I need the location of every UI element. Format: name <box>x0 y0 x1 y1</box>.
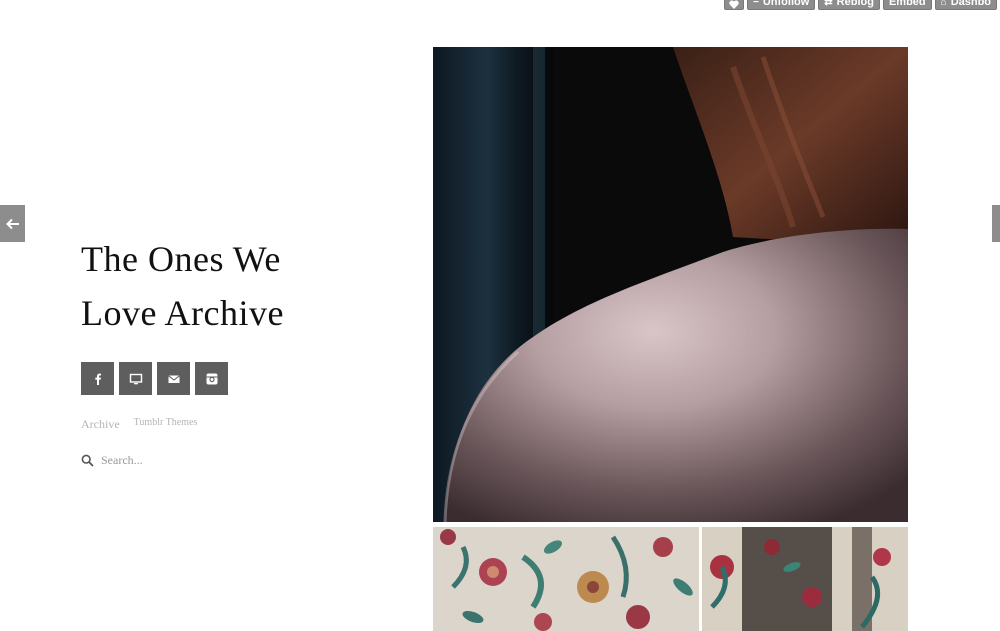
sidebar: The Ones We Love Archive Archive Tumblr … <box>81 232 401 468</box>
blog-title-line1: The Ones We <box>81 239 281 279</box>
social-links <box>81 362 401 395</box>
tumblr-controls: − Unfollow ⇄ Reblog Embed ⌂ Dashbo <box>724 0 998 10</box>
mail-icon <box>167 374 180 383</box>
home-icon: ⌂ <box>940 0 947 8</box>
blog-title[interactable]: The Ones We Love Archive <box>81 232 401 340</box>
email-button[interactable] <box>157 362 190 395</box>
floral-pattern-left <box>433 527 699 631</box>
like-button[interactable] <box>724 0 744 10</box>
photo-row <box>433 527 908 631</box>
unfollow-button[interactable]: − Unfollow <box>747 0 816 10</box>
floral-fabric-photo-right[interactable] <box>702 527 908 631</box>
instagram-button[interactable] <box>195 362 228 395</box>
floral-fabric-photo-left[interactable] <box>433 527 699 631</box>
nav-links: Archive Tumblr Themes <box>81 417 401 432</box>
search-bar <box>81 453 401 468</box>
unfollow-label: Unfollow <box>762 0 810 8</box>
reblog-label: Reblog <box>836 0 874 8</box>
website-button[interactable] <box>119 362 152 395</box>
floral-pattern-right <box>702 527 908 631</box>
blog-title-line2: Love Archive <box>81 293 284 333</box>
shoulder-photo <box>433 47 908 522</box>
instagram-icon <box>206 373 217 384</box>
embed-button[interactable]: Embed <box>882 0 932 10</box>
archive-link[interactable]: Archive <box>81 417 120 432</box>
arrow-left-icon <box>5 218 19 229</box>
embed-label: Embed <box>888 0 926 8</box>
post-photo[interactable] <box>433 47 908 522</box>
reblog-icon: ⇄ <box>824 0 833 8</box>
next-page-button[interactable] <box>992 205 1000 242</box>
facebook-button[interactable] <box>81 362 114 395</box>
reblog-button[interactable]: ⇄ Reblog <box>818 0 880 10</box>
previous-page-button[interactable] <box>0 205 25 242</box>
search-input[interactable] <box>101 453 251 468</box>
monitor-icon <box>129 373 142 384</box>
tumblr-themes-link[interactable]: Tumblr Themes <box>134 417 198 432</box>
search-icon <box>81 454 94 467</box>
dashboard-button[interactable]: ⌂ Dashbo <box>934 0 998 10</box>
facebook-icon <box>94 373 101 385</box>
minus-icon: − <box>753 0 759 8</box>
heart-icon <box>729 0 739 9</box>
dashboard-label: Dashbo <box>950 0 992 8</box>
